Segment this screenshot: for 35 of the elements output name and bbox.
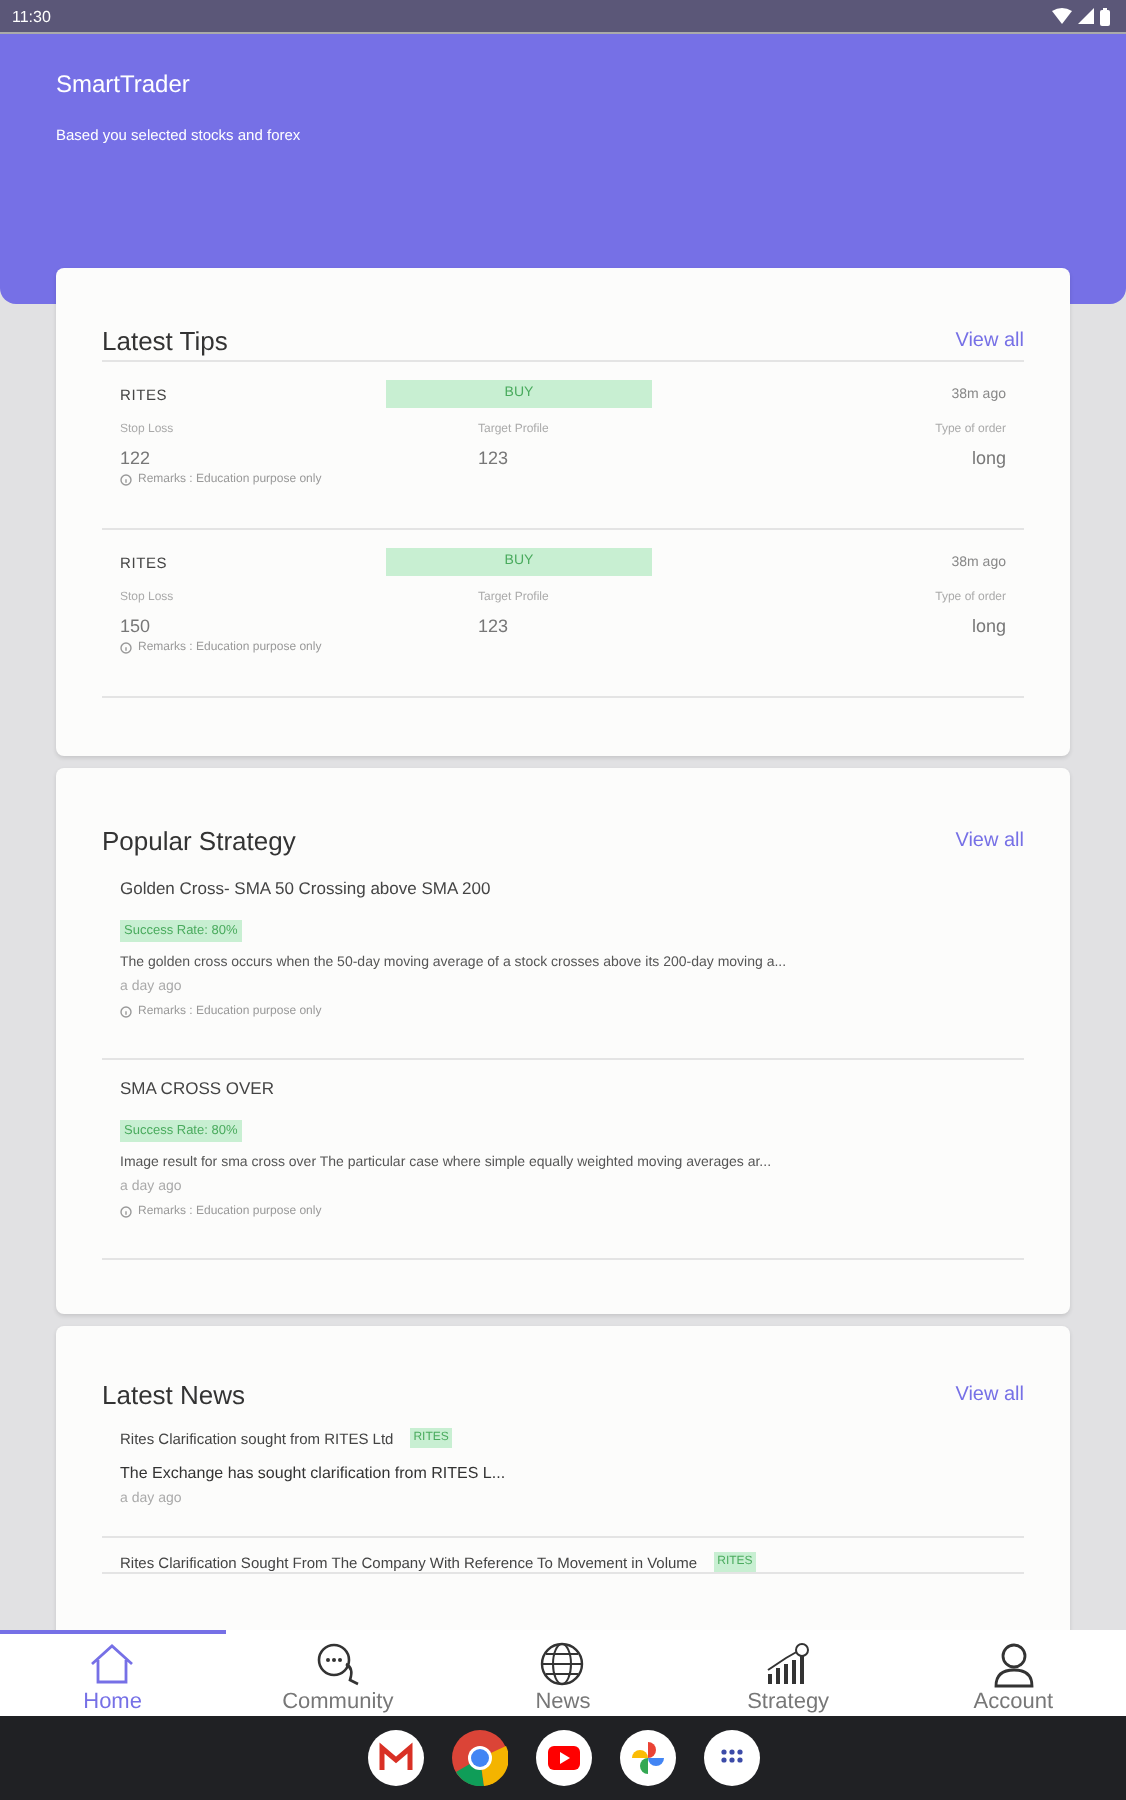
strategy-name: Golden Cross- SMA 50 Crossing above SMA 200 (120, 878, 493, 902)
info-icon (120, 474, 132, 486)
section-title: Latest News (102, 1379, 248, 1409)
section-title: Latest Tips (102, 325, 230, 355)
nav-tab[interactable]: Account (900, 1630, 1126, 1716)
signal-icon (1078, 8, 1094, 24)
strategy-name: SMA CROSS OVER (120, 1078, 276, 1102)
nav-tab[interactable]: Community (225, 1630, 451, 1716)
target-profit-value: 123 (478, 448, 511, 468)
nav-tab[interactable]: Strategy (675, 1630, 901, 1716)
order-type-value: long (971, 616, 1006, 636)
browser-icon[interactable] (451, 1730, 507, 1786)
app-title: SmartTrader (56, 70, 192, 98)
stop-loss-value: 122 (120, 448, 153, 468)
order-type-value: long (971, 448, 1006, 468)
mail-icon[interactable] (367, 1730, 423, 1786)
view-all-link[interactable]: View all (955, 1383, 1024, 1405)
apps-icon[interactable] (703, 1730, 759, 1786)
news-summary: The Exchange has sought clarification from RITES L... (120, 1464, 508, 1482)
bar-chart-icon (762, 1640, 815, 1688)
view-all-link[interactable]: View all (955, 329, 1024, 351)
info-icon (120, 1006, 132, 1018)
stop-loss-value: 150 (120, 616, 153, 636)
globe-icon (536, 1640, 589, 1688)
battery-icon (1100, 7, 1110, 25)
info-icon (120, 1206, 132, 1218)
nav-tab[interactable]: News (450, 1630, 676, 1716)
pinwheel-icon[interactable] (619, 1730, 675, 1786)
clock-time: 11:30 (12, 7, 53, 25)
wifi-icon (1052, 8, 1072, 24)
target-profit-value: 123 (478, 616, 511, 636)
section-title: Popular Strategy (102, 825, 298, 855)
view-all-link[interactable]: View all (955, 829, 1024, 851)
info-icon (120, 642, 132, 654)
play-icon[interactable] (535, 1730, 591, 1786)
